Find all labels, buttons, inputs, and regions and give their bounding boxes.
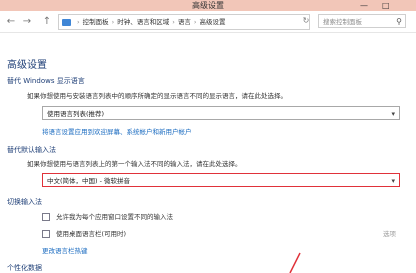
annotation-arrow (289, 252, 301, 273)
annotation-arrow-line (289, 252, 301, 273)
